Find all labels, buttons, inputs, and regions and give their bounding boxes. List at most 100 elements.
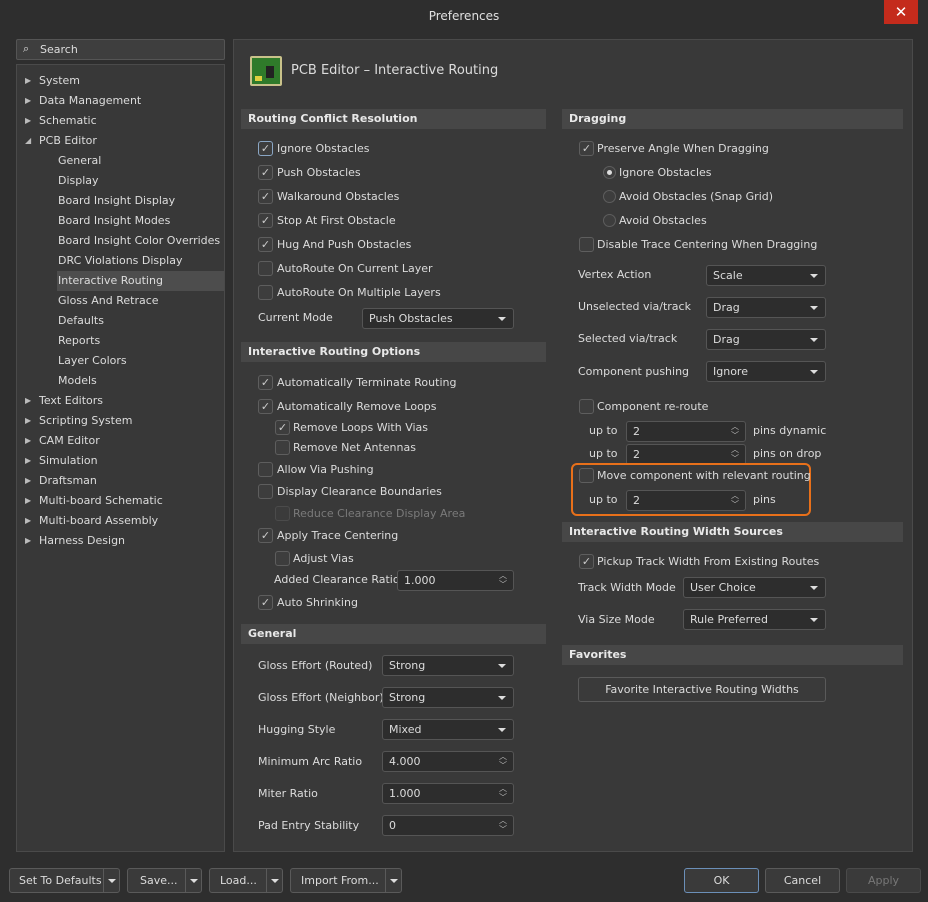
apply-button[interactable]: Apply: [846, 868, 921, 893]
tree-item-board-insight-display[interactable]: Board Insight Display: [17, 191, 224, 211]
added-clearance-ratio-spinner[interactable]: 1.000 ︿ ﹀: [397, 570, 514, 591]
tree-item-system[interactable]: ▶ System: [17, 71, 224, 91]
checkbox-auto-remove-loops[interactable]: ✓: [258, 399, 273, 414]
import-from-button[interactable]: Import From...: [290, 868, 402, 893]
tree-item-data-management[interactable]: ▶ Data Management: [17, 91, 224, 111]
tree-item-pcb-editor[interactable]: ◢ PCB Editor: [17, 131, 224, 151]
preferences-tree[interactable]: ▶ System ▶ Data Management ▶ Schematic ◢ PCB…: [16, 64, 225, 852]
expand-arrow-icon[interactable]: ▶: [25, 531, 31, 551]
checkbox-reduce-clearance-display-area[interactable]: [275, 506, 290, 521]
save-button[interactable]: Save...: [127, 868, 202, 893]
spin-arrows-icon[interactable]: ︿ ﹀: [499, 752, 507, 770]
checkbox-auto-shrinking[interactable]: ✓: [258, 595, 273, 610]
expand-arrow-icon[interactable]: ▶: [25, 511, 31, 531]
checkbox-allow-via-pushing[interactable]: [258, 462, 273, 477]
spin-arrows-icon[interactable]: ︿ ﹀: [499, 816, 507, 834]
minimum-arc-ratio-spinner[interactable]: 4.000 ︿ ﹀: [382, 751, 514, 772]
tree-item-layer-colors[interactable]: Layer Colors: [17, 351, 224, 371]
tree-item-gloss-and-retrace[interactable]: Gloss And Retrace: [17, 291, 224, 311]
checkbox-apply-trace-centering[interactable]: ✓: [258, 528, 273, 543]
dropdown-arrow-icon[interactable]: [385, 869, 401, 892]
radio-avoid-obstacles-snap-grid[interactable]: [603, 190, 616, 203]
unselected-via-track-dropdown[interactable]: Drag: [706, 297, 826, 318]
tree-item-text-editors[interactable]: ▶ Text Editors: [17, 391, 224, 411]
pad-entry-stability-spinner[interactable]: 0 ︿ ﹀: [382, 815, 514, 836]
favorite-routing-widths-button[interactable]: Favorite Interactive Routing Widths: [578, 677, 826, 702]
checkbox-component-reroute[interactable]: [579, 399, 594, 414]
set-to-defaults-button[interactable]: Set To Defaults: [9, 868, 120, 893]
tree-item-multi-board-schematic[interactable]: ▶ Multi-board Schematic: [17, 491, 224, 511]
radio-avoid-obstacles[interactable]: [603, 214, 616, 227]
pins-dynamic-spinner[interactable]: 2 ︿ ﹀: [626, 421, 746, 442]
selected-via-track-dropdown[interactable]: Drag: [706, 329, 826, 350]
load-button[interactable]: Load...: [209, 868, 283, 893]
hugging-style-dropdown[interactable]: Mixed: [382, 719, 514, 740]
checkbox-ignore-obstacles[interactable]: ✓: [258, 141, 273, 156]
tree-item-general[interactable]: General: [17, 151, 224, 171]
spin-arrows-icon[interactable]: ︿ ﹀: [499, 571, 507, 589]
close-button[interactable]: ✕: [884, 0, 918, 24]
tree-item-defaults[interactable]: Defaults: [17, 311, 224, 331]
expand-arrow-icon[interactable]: ▶: [25, 391, 31, 411]
checkbox-remove-loops-with-vias[interactable]: ✓: [275, 420, 290, 435]
miter-ratio-spinner[interactable]: 1.000 ︿ ﹀: [382, 783, 514, 804]
move-pins-spinner[interactable]: 2 ︿ ﹀: [626, 490, 746, 511]
tree-item-simulation[interactable]: ▶ Simulation: [17, 451, 224, 471]
tree-item-interactive-routing[interactable]: Interactive Routing: [57, 271, 224, 291]
checkbox-disable-trace-centering[interactable]: [579, 237, 594, 252]
via-size-mode-dropdown[interactable]: Rule Preferred: [683, 609, 826, 630]
dropdown-arrow-icon[interactable]: [185, 869, 201, 892]
checkbox-hug-and-push[interactable]: ✓: [258, 237, 273, 252]
collapse-arrow-icon[interactable]: ◢: [25, 131, 31, 151]
expand-arrow-icon[interactable]: ▶: [25, 471, 31, 491]
vertex-action-dropdown[interactable]: Scale: [706, 265, 826, 286]
checkbox-stop-at-first-obstacle[interactable]: ✓: [258, 213, 273, 228]
checkbox-autoroute-current-layer[interactable]: [258, 261, 273, 276]
checkbox-auto-terminate[interactable]: ✓: [258, 375, 273, 390]
spin-arrows-icon[interactable]: ︿ ﹀: [731, 491, 739, 509]
expand-arrow-icon[interactable]: ▶: [25, 91, 31, 111]
cancel-button[interactable]: Cancel: [765, 868, 840, 893]
tree-item-display[interactable]: Display: [17, 171, 224, 191]
checkbox-autoroute-multiple-layers[interactable]: [258, 285, 273, 300]
tree-item-schematic[interactable]: ▶ Schematic: [17, 111, 224, 131]
expand-arrow-icon[interactable]: ▶: [25, 411, 31, 431]
expand-arrow-icon[interactable]: ▶: [25, 451, 31, 471]
tree-item-board-insight-color-overrides[interactable]: Board Insight Color Overrides: [17, 231, 224, 251]
current-mode-dropdown[interactable]: Push Obstacles: [362, 308, 514, 329]
tree-item-harness-design[interactable]: ▶ Harness Design: [17, 531, 224, 551]
tree-item-scripting-system[interactable]: ▶ Scripting System: [17, 411, 224, 431]
dropdown-arrow-icon[interactable]: [103, 869, 119, 892]
checkbox-adjust-vias[interactable]: [275, 551, 290, 566]
gloss-effort-routed-dropdown[interactable]: Strong: [382, 655, 514, 676]
tree-item-reports[interactable]: Reports: [17, 331, 224, 351]
pins-on-drop-spinner[interactable]: 2 ︿ ﹀: [626, 444, 746, 465]
checkbox-remove-net-antennas[interactable]: [275, 440, 290, 455]
radio-ignore-obstacles[interactable]: [603, 166, 616, 179]
checkbox-display-clearance-boundaries[interactable]: [258, 484, 273, 499]
checkbox-preserve-angle[interactable]: ✓: [579, 141, 594, 156]
spin-arrows-icon[interactable]: ︿ ﹀: [499, 784, 507, 802]
checkbox-walkaround-obstacles[interactable]: ✓: [258, 189, 273, 204]
spin-arrows-icon[interactable]: ︿ ﹀: [731, 445, 739, 463]
checkbox-pickup-track-width[interactable]: ✓: [579, 554, 594, 569]
checkbox-push-obstacles[interactable]: ✓: [258, 165, 273, 180]
checkbox-move-component-with-routing[interactable]: [579, 468, 594, 483]
tree-item-cam-editor[interactable]: ▶ CAM Editor: [17, 431, 224, 451]
gloss-effort-neighbor-dropdown[interactable]: Strong: [382, 687, 514, 708]
expand-arrow-icon[interactable]: ▶: [25, 71, 31, 91]
dropdown-arrow-icon[interactable]: [266, 869, 282, 892]
ok-button[interactable]: OK: [684, 868, 759, 893]
expand-arrow-icon[interactable]: ▶: [25, 491, 31, 511]
search-input[interactable]: ⌕ Search: [16, 39, 225, 60]
tree-item-models[interactable]: Models: [17, 371, 224, 391]
tree-item-draftsman[interactable]: ▶ Draftsman: [17, 471, 224, 491]
spin-arrows-icon[interactable]: ︿ ﹀: [731, 422, 739, 440]
tree-item-multi-board-assembly[interactable]: ▶ Multi-board Assembly: [17, 511, 224, 531]
track-width-mode-dropdown[interactable]: User Choice: [683, 577, 826, 598]
tree-item-board-insight-modes[interactable]: Board Insight Modes: [17, 211, 224, 231]
tree-item-drc-violations-display[interactable]: DRC Violations Display: [17, 251, 224, 271]
expand-arrow-icon[interactable]: ▶: [25, 431, 31, 451]
component-pushing-dropdown[interactable]: Ignore: [706, 361, 826, 382]
expand-arrow-icon[interactable]: ▶: [25, 111, 31, 131]
